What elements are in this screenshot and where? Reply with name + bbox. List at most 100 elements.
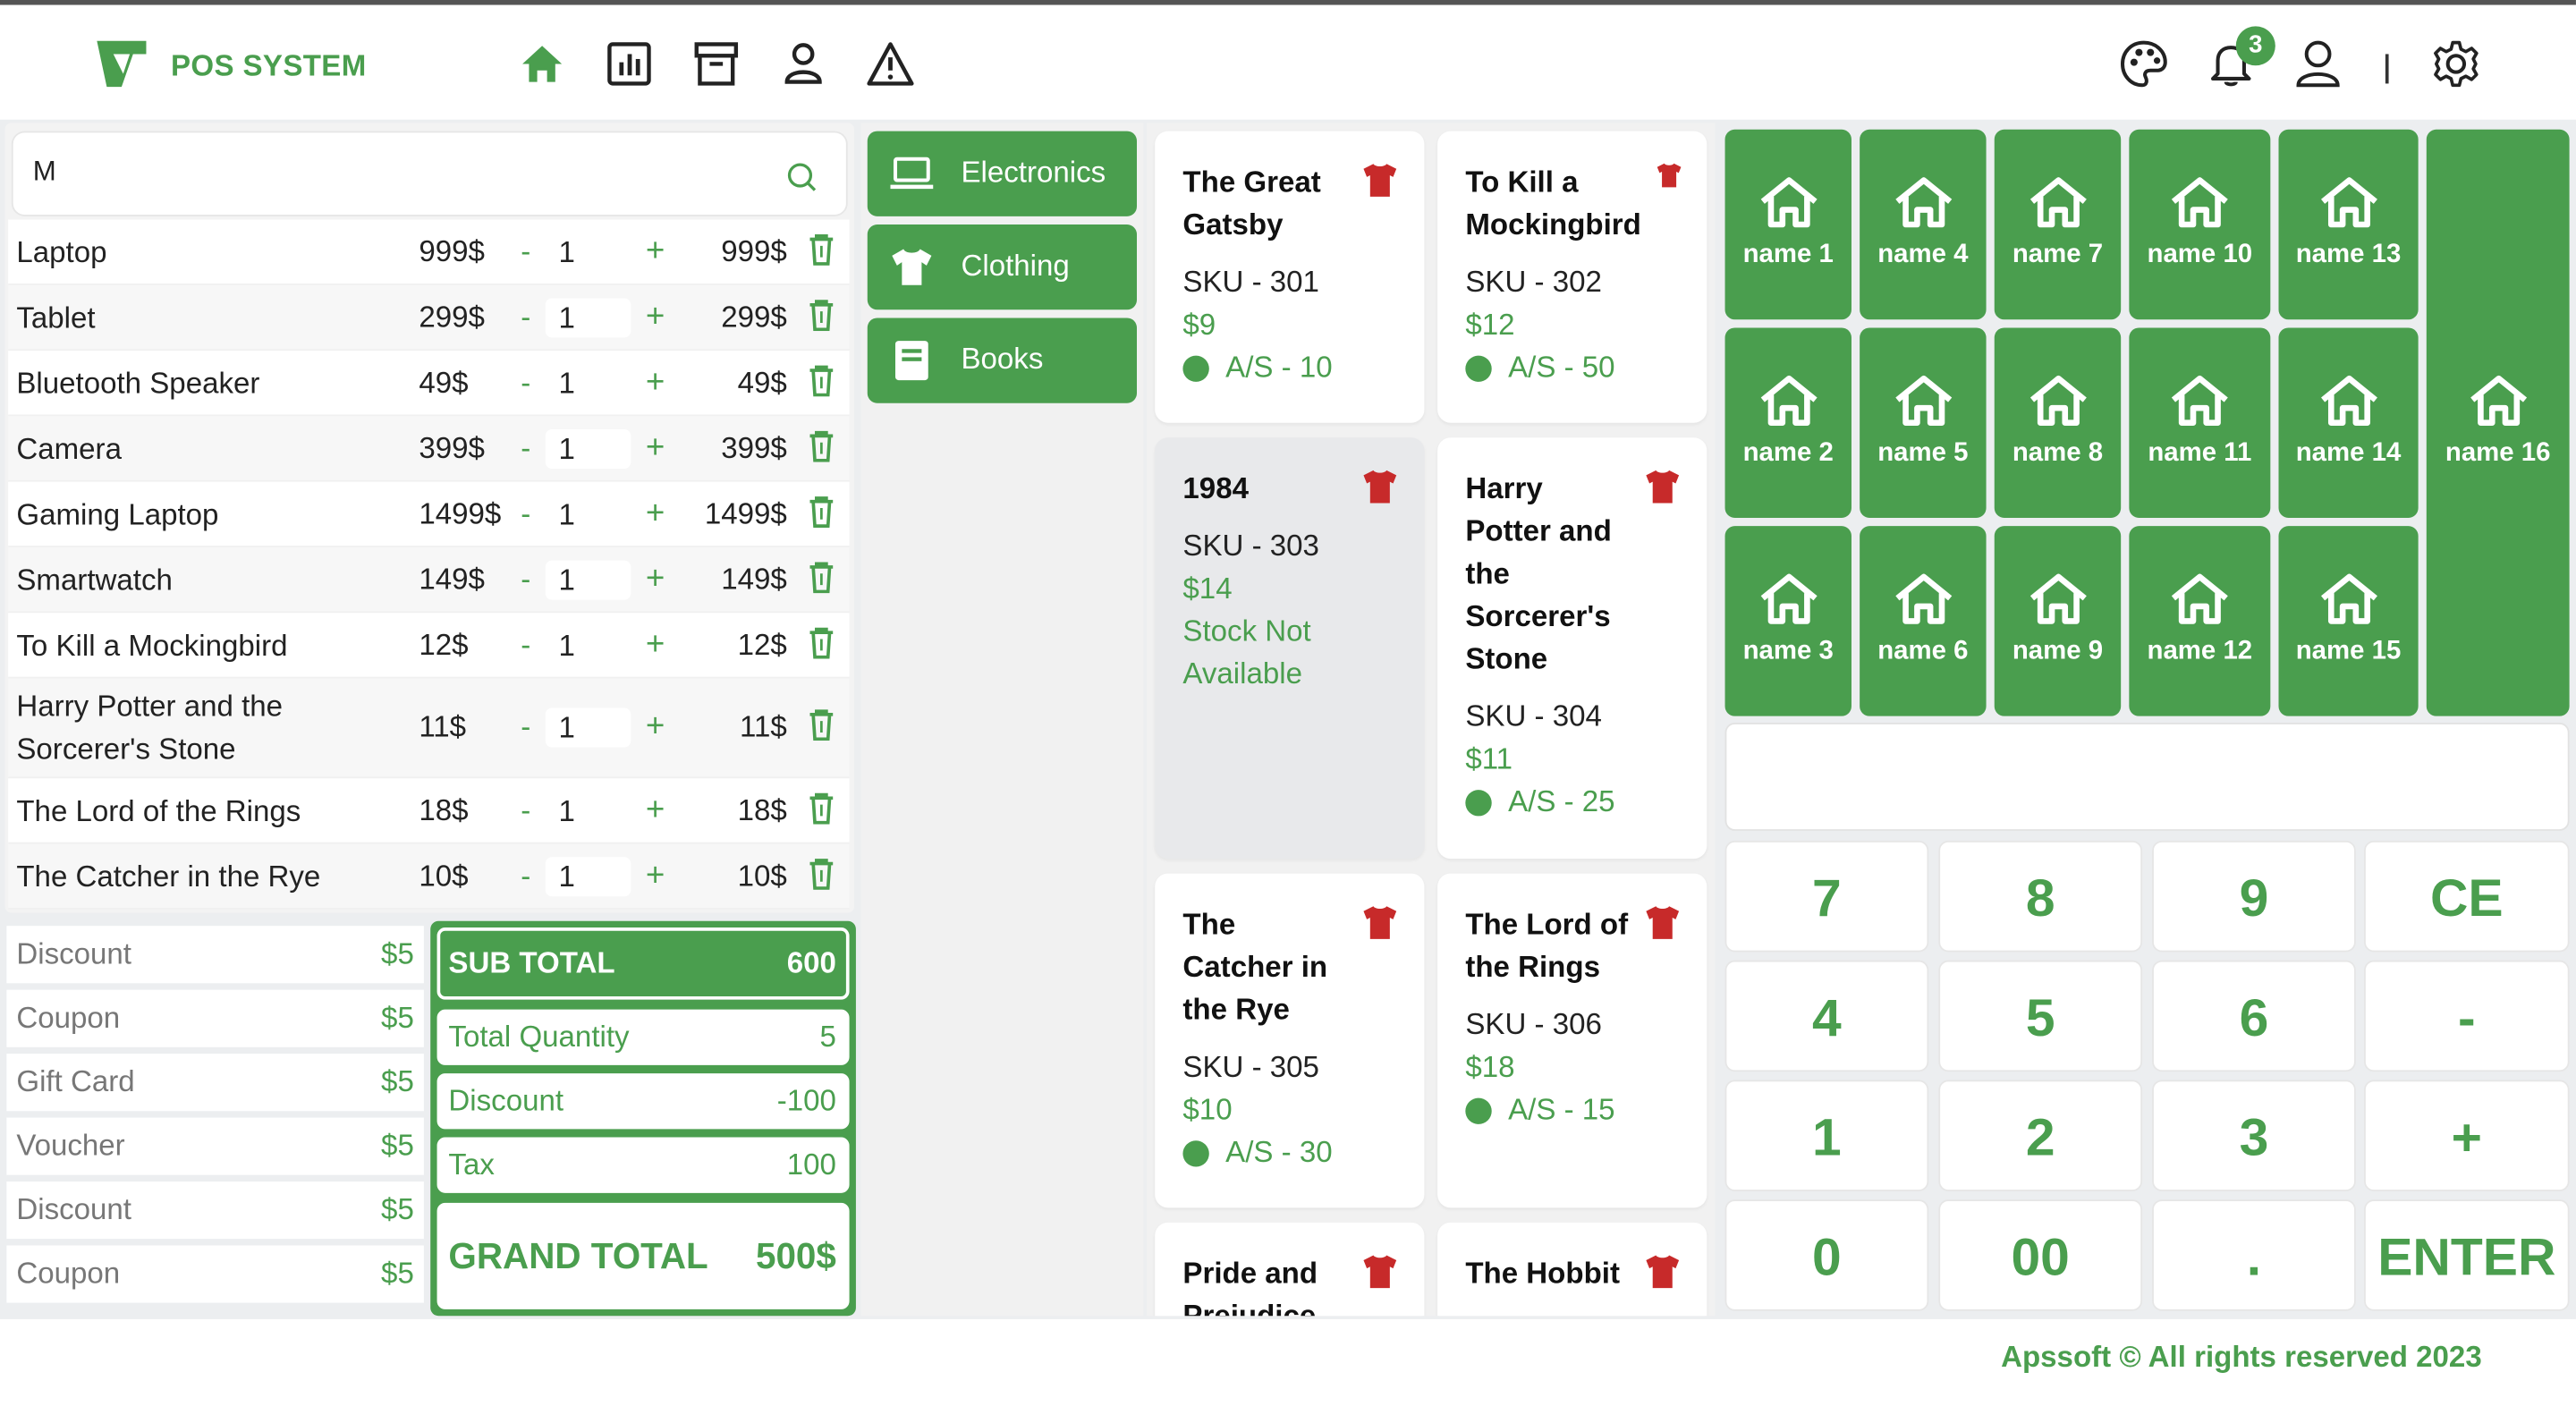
key-6[interactable]: 6 [2152, 960, 2356, 1072]
trash-icon[interactable] [809, 428, 835, 462]
category-clothing[interactable]: Clothing [867, 224, 1137, 310]
profile-icon[interactable] [2292, 38, 2344, 90]
key-8[interactable]: 8 [1938, 840, 2143, 953]
key-minus[interactable]: - [2364, 960, 2570, 1072]
adjustment-row[interactable]: Discount $5 [6, 926, 424, 984]
qty-field[interactable]: 1 [545, 232, 631, 272]
category-electronics[interactable]: Electronics [867, 131, 1137, 216]
increase-qty-button[interactable]: + [646, 364, 665, 402]
key-clear-entry[interactable]: CE [2364, 840, 2570, 953]
increase-qty-button[interactable]: + [646, 429, 665, 467]
adjustment-row[interactable]: Coupon $5 [6, 1245, 424, 1303]
trash-icon[interactable] [809, 494, 835, 528]
key-7[interactable]: 7 [1724, 840, 1929, 953]
search-box[interactable] [11, 131, 848, 216]
qty-field[interactable]: 1 [545, 297, 631, 337]
decrease-qty-button[interactable]: - [521, 859, 530, 893]
cart-row[interactable]: Gaming Laptop 1499$ - 1 + 1499$ [8, 481, 850, 547]
decrease-qty-button[interactable]: - [521, 628, 530, 662]
product-card[interactable]: The Great Gatsby SKU - 301 $9 A/S - 10 [1155, 131, 1425, 423]
product-card[interactable]: 1984 SKU - 303 $14 Stock Not Available [1155, 437, 1425, 860]
key-2[interactable]: 2 [1938, 1080, 2143, 1192]
qty-field[interactable]: 1 [545, 707, 631, 748]
warning-icon[interactable] [866, 39, 915, 89]
product-card[interactable]: Pride and Prejudice [1155, 1222, 1425, 1317]
archive-icon[interactable] [691, 39, 741, 89]
decrease-qty-button[interactable]: - [521, 793, 530, 827]
key-00[interactable]: 00 [1938, 1199, 2143, 1311]
product-card[interactable]: To Kill a Mockingbird SKU - 302 $12 A/S … [1437, 131, 1707, 423]
trash-icon[interactable] [809, 560, 835, 593]
trash-icon[interactable] [809, 232, 835, 265]
keypad-display[interactable] [1724, 723, 2570, 831]
trash-icon[interactable] [809, 708, 835, 741]
tile-button[interactable]: name 13 [2278, 129, 2419, 320]
tile-button[interactable]: name 4 [1860, 129, 1987, 320]
tile-button[interactable]: name 5 [1860, 327, 1987, 518]
home-icon[interactable] [518, 39, 567, 89]
tile-button[interactable]: name 11 [2129, 327, 2271, 518]
qty-field[interactable]: 1 [545, 428, 631, 469]
search-input[interactable] [32, 156, 756, 189]
decrease-qty-button[interactable]: - [521, 366, 530, 400]
palette-icon[interactable] [2118, 38, 2171, 90]
decrease-qty-button[interactable]: - [521, 300, 530, 334]
decrease-qty-button[interactable]: - [521, 496, 530, 530]
tile-button[interactable]: name 15 [2278, 526, 2419, 716]
key-3[interactable]: 3 [2152, 1080, 2356, 1192]
tile-button[interactable]: name 9 [1994, 526, 2122, 716]
cart-row[interactable]: Laptop 999$ - 1 + 999$ [8, 219, 850, 285]
adjustment-row[interactable]: Coupon $5 [6, 989, 424, 1047]
trash-icon[interactable] [809, 363, 835, 396]
product-card[interactable]: Harry Potter and the Sorcerer's Stone SK… [1437, 437, 1707, 860]
search-icon[interactable] [785, 161, 818, 194]
qty-field[interactable]: 1 [545, 856, 631, 896]
decrease-qty-button[interactable]: - [521, 234, 530, 268]
tile-button[interactable]: name 6 [1860, 526, 1987, 716]
category-books[interactable]: Books [867, 318, 1137, 403]
trash-icon[interactable] [809, 856, 835, 889]
tile-button[interactable]: name 12 [2129, 526, 2271, 716]
trash-icon[interactable] [809, 298, 835, 331]
key-1[interactable]: 1 [1724, 1080, 1929, 1192]
tile-button[interactable]: name 10 [2129, 129, 2271, 320]
adjustment-row[interactable]: Gift Card $5 [6, 1054, 424, 1112]
chart-icon[interactable] [605, 39, 654, 89]
cart-row[interactable]: The Catcher in the Rye 10$ - 1 + 10$ [8, 843, 850, 910]
tile-button[interactable]: name 16 [2426, 129, 2570, 716]
key-9[interactable]: 9 [2152, 840, 2356, 953]
key-decimal[interactable]: . [2152, 1199, 2356, 1311]
adjustment-row[interactable]: Discount $5 [6, 1182, 424, 1240]
decrease-qty-button[interactable]: - [521, 710, 530, 744]
trash-icon[interactable] [809, 791, 835, 824]
cart-row[interactable]: The Lord of the Rings 18$ - 1 + 18$ [8, 778, 850, 844]
cart-row[interactable]: Camera 399$ - 1 + 399$ [8, 416, 850, 482]
trash-icon[interactable] [809, 625, 835, 658]
tile-button[interactable]: name 8 [1994, 327, 2122, 518]
cart-row[interactable]: To Kill a Mockingbird 12$ - 1 + 12$ [8, 613, 850, 679]
product-card[interactable]: The Catcher in the Rye SKU - 305 $10 A/S… [1155, 873, 1425, 1208]
qty-field[interactable]: 1 [545, 362, 631, 402]
product-card[interactable]: The Lord of the Rings SKU - 306 $18 A/S … [1437, 873, 1707, 1208]
key-4[interactable]: 4 [1724, 960, 1929, 1072]
qty-field[interactable]: 1 [545, 494, 631, 534]
qty-field[interactable]: 1 [545, 624, 631, 665]
key-enter[interactable]: ENTER [2364, 1199, 2570, 1311]
cart-row[interactable]: Bluetooth Speaker 49$ - 1 + 49$ [8, 351, 850, 417]
increase-qty-button[interactable]: + [646, 792, 665, 829]
tile-button[interactable]: name 3 [1724, 526, 1852, 716]
adjustment-row[interactable]: Voucher $5 [6, 1117, 424, 1175]
tile-button[interactable]: name 7 [1994, 129, 2122, 320]
key-5[interactable]: 5 [1938, 960, 2143, 1072]
decrease-qty-button[interactable]: - [521, 562, 530, 596]
decrease-qty-button[interactable]: - [521, 431, 530, 465]
increase-qty-button[interactable]: + [646, 626, 665, 664]
user-icon[interactable] [779, 39, 828, 89]
cart-row[interactable]: Harry Potter and the Sorcerer's Stone 11… [8, 678, 850, 779]
increase-qty-button[interactable]: + [646, 708, 665, 746]
cart-row[interactable]: Tablet 299$ - 1 + 299$ [8, 284, 850, 352]
tile-button[interactable]: name 1 [1724, 129, 1852, 320]
increase-qty-button[interactable]: + [646, 561, 665, 598]
tile-button[interactable]: name 14 [2278, 327, 2419, 518]
cart-row[interactable]: Smartwatch 149$ - 1 + 149$ [8, 546, 850, 614]
